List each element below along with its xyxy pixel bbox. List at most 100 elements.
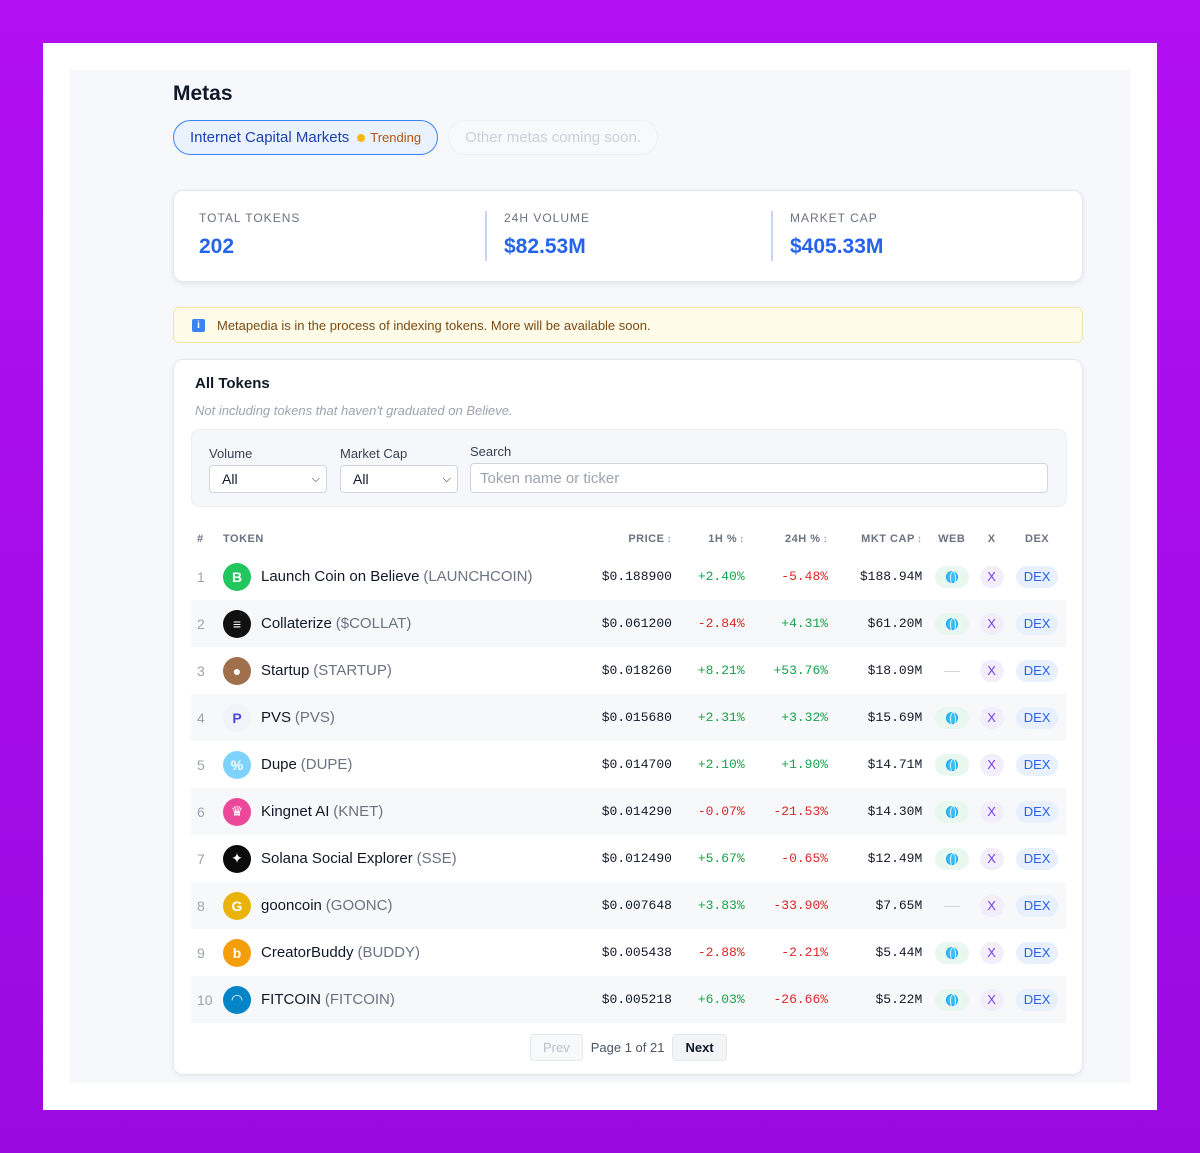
- token-change-24h: -33.90%: [773, 898, 829, 913]
- token-name[interactable]: Solana Social Explorer: [261, 850, 413, 867]
- dex-cell: DEX: [1008, 835, 1066, 882]
- globe-icon: [945, 758, 958, 773]
- website-button[interactable]: [934, 941, 969, 964]
- table-row[interactable]: 4 P PVS (PVS) $0.015680 +2.31% +3.32% $15.69M X…: [191, 694, 1066, 741]
- prev-page-button[interactable]: Prev: [530, 1034, 583, 1061]
- x-link-button[interactable]: X: [979, 941, 1004, 964]
- token-change-24h: -21.53%: [773, 804, 829, 819]
- row-number: 2: [197, 615, 205, 632]
- token-mcap: $5.22M: [875, 992, 923, 1007]
- x-cell: X: [975, 929, 1008, 976]
- col-price[interactable]: PRICE ↕: [573, 525, 678, 553]
- token-name[interactable]: Launch Coin on Believe: [261, 568, 419, 585]
- table-row[interactable]: 2 ≡ Collaterize ($COLLAT) $0.061200 -2.84% +4…: [191, 600, 1066, 647]
- table-row[interactable]: 3 ● Startup (STARTUP) $0.018260 +8.21% +53.76…: [191, 647, 1066, 694]
- volume-filter-value: All: [222, 471, 238, 487]
- token-cell: ♛ Kingnet AI (KNET): [223, 788, 573, 835]
- x-link-button[interactable]: X: [979, 659, 1004, 682]
- dex-cell: DEX: [1008, 976, 1066, 1023]
- search-input[interactable]: [470, 463, 1048, 493]
- col-1h[interactable]: 1H % ↕: [678, 525, 751, 553]
- dex-cell: DEX: [1008, 788, 1066, 835]
- token-change-1h: +5.67%: [697, 851, 745, 866]
- dex-link-button[interactable]: DEX: [1016, 565, 1059, 588]
- next-page-button[interactable]: Next: [672, 1034, 727, 1061]
- x-cell: X: [975, 694, 1008, 741]
- token-mcap: $5.44M: [875, 945, 923, 960]
- col-token: TOKEN: [223, 533, 264, 545]
- token-price: $0.014290: [601, 804, 672, 819]
- x-link-button[interactable]: X: [979, 800, 1004, 823]
- table-row[interactable]: 1 B Launch Coin on Believe (LAUNCHCOIN) $0.…: [191, 553, 1066, 600]
- website-button[interactable]: [934, 800, 969, 823]
- token-change-24h: +4.31%: [781, 616, 829, 631]
- x-link-button[interactable]: X: [979, 706, 1004, 729]
- website-button[interactable]: [934, 706, 969, 729]
- stat-value: $405.33M: [790, 235, 884, 258]
- dex-link-button[interactable]: DEX: [1016, 988, 1059, 1011]
- dex-link-button[interactable]: DEX: [1016, 753, 1059, 776]
- token-logo-icon: ●: [223, 656, 251, 685]
- x-cell: X: [975, 647, 1008, 694]
- website-button[interactable]: [934, 612, 969, 635]
- token-name[interactable]: PVS: [261, 709, 291, 726]
- x-link-button[interactable]: X: [979, 753, 1004, 776]
- token-cell: ✦ Solana Social Explorer (SSE): [223, 835, 573, 882]
- table-row[interactable]: 6 ♛ Kingnet AI (KNET) $0.014290 -0.07% -21.53…: [191, 788, 1066, 835]
- market-cap-filter-select[interactable]: All ⌵: [340, 465, 458, 493]
- web-cell: [928, 788, 975, 835]
- chevron-down-icon: ⌵: [311, 473, 320, 485]
- token-cell: P PVS (PVS): [223, 694, 573, 741]
- volume-filter-select[interactable]: All ⌵: [209, 465, 327, 493]
- token-name[interactable]: CreatorBuddy: [261, 944, 354, 961]
- col-dex: DEX: [1025, 533, 1050, 545]
- website-button[interactable]: [934, 847, 969, 870]
- dex-link-button[interactable]: DEX: [1016, 847, 1059, 870]
- table-row[interactable]: 7 ✦ Solana Social Explorer (SSE) $0.012490 +…: [191, 835, 1066, 882]
- search-label: Search: [470, 444, 512, 459]
- x-cell: X: [975, 976, 1008, 1023]
- x-link-button[interactable]: X: [979, 894, 1004, 917]
- no-website-dash: [943, 671, 960, 673]
- token-name[interactable]: Collaterize: [261, 615, 332, 632]
- token-mcap: $18.09M: [867, 663, 923, 678]
- token-price: $0.005438: [601, 945, 672, 960]
- page-indicator: Page 1 of 21: [590, 1040, 665, 1055]
- table-row[interactable]: 9 b CreatorBuddy (BUDDY) $0.005438 -2.88% -2.…: [191, 929, 1066, 976]
- token-name[interactable]: gooncoin: [261, 897, 322, 914]
- globe-icon: [945, 946, 958, 961]
- token-name[interactable]: Kingnet AI: [261, 803, 329, 820]
- col-mcap[interactable]: MKT CAP ↕: [834, 525, 928, 553]
- token-name[interactable]: Startup: [261, 662, 309, 679]
- trending-label: Trending: [370, 130, 422, 145]
- x-link-button[interactable]: X: [979, 847, 1004, 870]
- x-link-button[interactable]: X: [979, 565, 1004, 588]
- row-number: 3: [197, 662, 205, 679]
- meta-tabs: Internet Capital Markets Trending Other …: [173, 120, 658, 155]
- sort-icon: ↕: [822, 534, 829, 545]
- dex-link-button[interactable]: DEX: [1016, 659, 1059, 682]
- col-24h[interactable]: 24H % ↕: [751, 525, 834, 553]
- row-number: 4: [197, 709, 205, 726]
- meta-tab-internet-capital-markets[interactable]: Internet Capital Markets Trending: [173, 120, 439, 155]
- table-row[interactable]: 5% Dupe (DUPE) $0.014700 +2.10% +1.90% $14.71…: [191, 741, 1066, 788]
- dex-link-button[interactable]: DEX: [1016, 941, 1059, 964]
- row-number: 1: [197, 568, 205, 585]
- dex-link-button[interactable]: DEX: [1016, 800, 1059, 823]
- dex-link-button[interactable]: DEX: [1016, 894, 1059, 917]
- website-button[interactable]: [934, 565, 969, 588]
- x-link-button[interactable]: X: [979, 612, 1004, 635]
- table-row[interactable]: 10 ◠ FITCOIN (FITCOIN) $0.005218 +6.03% -26.6…: [191, 976, 1066, 1023]
- dex-link-button[interactable]: DEX: [1016, 612, 1059, 635]
- token-ticker: (SSE): [416, 850, 457, 867]
- x-link-button[interactable]: X: [979, 988, 1004, 1011]
- token-logo-icon: ◠: [223, 985, 251, 1014]
- dex-link-button[interactable]: DEX: [1016, 706, 1059, 729]
- chevron-down-icon: ⌵: [442, 473, 451, 485]
- website-button[interactable]: [934, 753, 969, 776]
- table-row[interactable]: 8 Ggooncoin (GOONC) $0.007648 +3.83% -33.90%…: [191, 882, 1066, 929]
- token-name[interactable]: Dupe: [261, 756, 297, 773]
- token-name[interactable]: FITCOIN: [261, 991, 321, 1008]
- website-button[interactable]: [934, 988, 969, 1011]
- tokens-card: All Tokens Not including tokens that hav…: [173, 359, 1083, 1075]
